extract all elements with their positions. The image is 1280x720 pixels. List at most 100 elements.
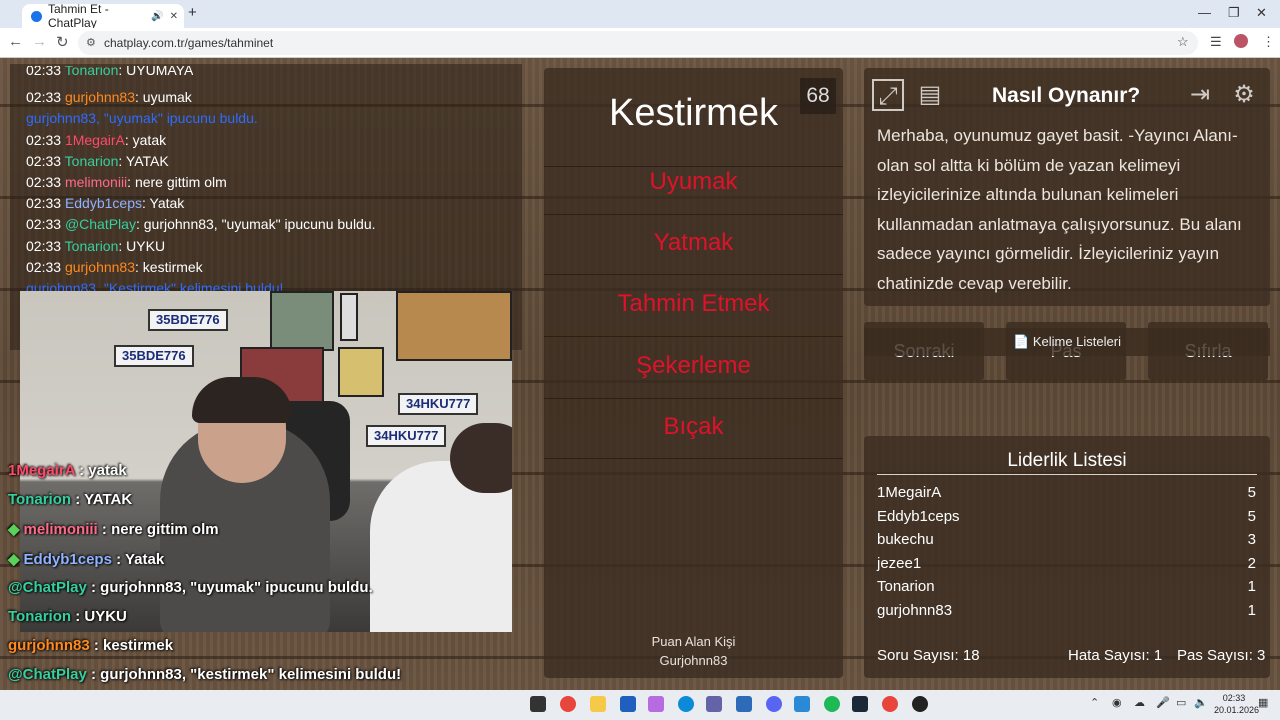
chat-time: 02:33 xyxy=(26,258,65,275)
divider xyxy=(544,166,843,167)
leaderboard-name: gurjohnn83 xyxy=(877,602,953,619)
chat-message: 02:33 Tonarion: UYKU xyxy=(26,238,165,254)
how-to-title: Nasıl Oynanır? xyxy=(992,84,1141,107)
speaker-icon[interactable]: 🔊 xyxy=(151,11,163,22)
chat-text: : kestirmek xyxy=(135,258,203,275)
scorer-box: Puan Alan Kişi Gurjohnn83 xyxy=(544,632,843,670)
overlay-text: : Yatak xyxy=(111,550,165,568)
chat-message: gurjohnn83, "uyumak" ipucunu buldu. xyxy=(26,110,258,126)
overlay-username: 1MegairA xyxy=(8,462,75,479)
address-bar-row: ← → ↻ ⚙ chatplay.com.tr/games/tahminet ☆… xyxy=(0,28,1280,58)
leaderboard-name: Eddyb1ceps xyxy=(877,507,960,525)
close-window-icon[interactable]: ✕ xyxy=(1256,5,1267,21)
taskbar-clock[interactable]: 02:33 20.01.2026 xyxy=(1214,692,1259,716)
sticker: 35BDE776 xyxy=(148,309,228,331)
forward-icon[interactable]: → xyxy=(32,33,47,50)
new-tab-icon[interactable]: + xyxy=(188,4,197,21)
taboo-word: Şekerleme xyxy=(636,352,751,379)
list-icon[interactable]: ▤ xyxy=(914,79,946,111)
chat-text: : YATAK xyxy=(118,152,169,169)
fullscreen-icon[interactable]: ⤢ xyxy=(872,79,904,111)
overlay-text: : nere gittim olm xyxy=(97,521,219,539)
poster xyxy=(340,293,358,341)
divider xyxy=(544,398,843,399)
how-to-text: Merhaba, oyunumuz gayet basit. -Yayıncı … xyxy=(877,126,1242,293)
chat-username: 1MegairA xyxy=(64,131,125,148)
stream-overlay-message: Tonarion : YATAK xyxy=(8,491,132,508)
chat-text: : UYUMAYA xyxy=(118,66,194,78)
pass-count: Pas Sayısı: 3 xyxy=(1177,647,1266,664)
star-icon[interactable]: ☆ xyxy=(1177,34,1189,50)
chrome-active-icon[interactable] xyxy=(882,696,898,712)
close-tab-icon[interactable]: ✕ xyxy=(170,11,178,22)
reload-icon[interactable]: ↻ xyxy=(56,33,69,51)
guest-head xyxy=(450,423,512,493)
word-lists-button[interactable]: 📄 Kelime Listeleri xyxy=(864,328,1270,356)
chat-username: Tonarion xyxy=(64,152,119,169)
chat-message: 02:33 Tonarion: YATAK xyxy=(26,153,169,169)
taboo-word: Tahmin Etmek xyxy=(617,290,770,317)
notification-icon[interactable]: ▦ xyxy=(1258,696,1268,709)
edge-icon[interactable] xyxy=(678,696,694,712)
microphone-icon[interactable]: 🎤 xyxy=(1156,696,1170,709)
teams-icon[interactable] xyxy=(706,696,722,712)
scorer-name: Gurjohnn83 xyxy=(659,653,728,668)
minimize-icon[interactable]: — xyxy=(1198,5,1211,20)
cloud-icon[interactable]: ☁ xyxy=(1134,696,1145,709)
chat-time: 02:33 xyxy=(26,174,65,190)
url-field[interactable]: ⚙ chatplay.com.tr/games/tahminet xyxy=(78,31,1198,55)
taskview-icon[interactable] xyxy=(530,696,546,712)
stream-overlay-message: @ChatPlay : gurjohnn83, "uyumak" ipucunu… xyxy=(8,579,373,596)
chat-username: @ChatPlay xyxy=(64,216,136,233)
chat-time: 02:33 xyxy=(26,89,65,106)
folder-icon[interactable] xyxy=(590,696,606,712)
leaderboard-name: Tonarion xyxy=(877,578,935,596)
leaderboard-score: 1 xyxy=(1247,602,1256,619)
chat-text: : UYKU xyxy=(118,237,166,254)
steam-icon[interactable] xyxy=(852,696,868,712)
outlook-icon[interactable] xyxy=(736,696,752,712)
stream-overlay-message: @ChatPlay : gurjohnn83, "kestirmek" keli… xyxy=(8,666,401,683)
stream-overlay-message: 1MegairA : yatak xyxy=(8,462,127,479)
chat-username: Tonarion xyxy=(64,237,119,254)
store-icon[interactable] xyxy=(620,696,636,712)
sticker: 34HKU777 xyxy=(398,393,479,415)
spotify-icon[interactable] xyxy=(824,696,840,712)
profile-avatar[interactable] xyxy=(1234,34,1248,48)
discord-icon[interactable] xyxy=(766,696,782,712)
chat-message: 02:33 gurjohnn83: kestirmek xyxy=(26,259,203,275)
site-info-icon[interactable]: ⚙ xyxy=(86,31,96,55)
volume-icon[interactable]: 🔈 xyxy=(1194,696,1208,709)
stream-overlay-message: ◆ Eddyb1ceps : Yatak xyxy=(8,550,164,568)
obs-icon[interactable] xyxy=(912,696,928,712)
poster xyxy=(396,291,512,361)
chrome-icon[interactable] xyxy=(560,696,576,712)
error-count: Hata Sayısı: 1 xyxy=(1068,647,1163,664)
copilot-icon[interactable] xyxy=(648,696,664,712)
gear-icon[interactable]: ⚙ xyxy=(1228,79,1260,111)
chat-message: 02:33 melimoniii: nere gittim olm xyxy=(26,174,227,190)
browser-tab[interactable]: Tahmin Et - ChatPlay 🔊 ✕ xyxy=(22,2,184,30)
restore-icon[interactable]: ❐ xyxy=(1228,5,1240,21)
chat-text: : nere gittim olm xyxy=(127,174,227,190)
word-lists-label: Kelime Listeleri xyxy=(1032,334,1121,349)
browser-tab-strip: Tahmin Et - ChatPlay 🔊 ✕ + — ❐ ✕ xyxy=(0,0,1280,30)
url-text: chatplay.com.tr/games/tahminet xyxy=(104,36,274,50)
windows-taskbar xyxy=(0,690,1280,720)
monitor-icon[interactable] xyxy=(794,696,810,712)
exit-icon[interactable]: ⇥ xyxy=(1184,79,1216,111)
gem-icon: ◆ xyxy=(8,521,20,539)
stream-overlay-message: gurjohnn83 : kestirmek xyxy=(8,637,173,654)
chat-text: : uyumak xyxy=(135,89,192,106)
network-icon[interactable]: ▭ xyxy=(1176,696,1186,709)
chat-text: : yatak xyxy=(124,131,167,148)
chat-time: 02:33 xyxy=(26,237,65,254)
chat-message: 02:33 Tonarion: UYUMAYA xyxy=(26,66,193,80)
menu-icon[interactable]: ⋮ xyxy=(1262,34,1275,50)
taboo-word: Bıçak xyxy=(663,413,724,440)
tray-chevron-icon[interactable]: ⌃ xyxy=(1090,696,1099,709)
back-icon[interactable]: ← xyxy=(8,33,23,50)
tray-app-icon[interactable]: ◉ xyxy=(1112,696,1122,709)
reading-list-icon[interactable]: ☰ xyxy=(1210,34,1222,50)
overlay-text: : UYKU xyxy=(71,608,127,625)
